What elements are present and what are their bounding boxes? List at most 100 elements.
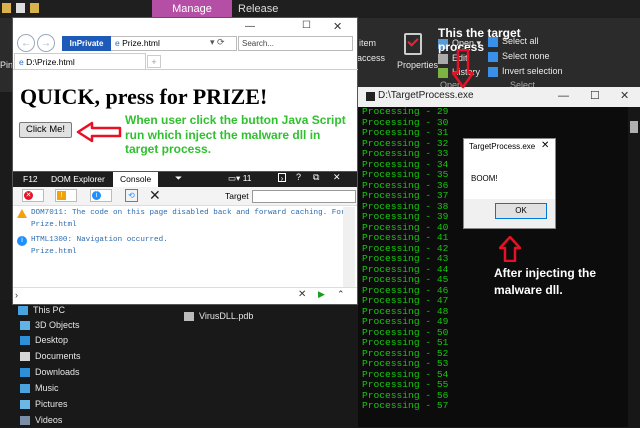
filter-icon[interactable]: ⏷: [175, 173, 182, 184]
explorer-titlebar: [0, 0, 640, 18]
nav-videos[interactable]: Videos: [20, 412, 62, 428]
scrollbar-thumb[interactable]: [630, 121, 638, 133]
console-line: Processing - 57: [362, 400, 449, 411]
back-icon[interactable]: ←: [17, 34, 35, 52]
click-annotation: When user click the button Java Script r…: [125, 113, 346, 156]
arrow-left-annotation: [76, 121, 122, 143]
document-icon: [20, 351, 30, 361]
arrow-up-annotation: [499, 236, 521, 262]
tab-manage[interactable]: Manage: [152, 0, 232, 18]
help-icon[interactable]: ?: [296, 172, 301, 182]
nav-documents[interactable]: Documents: [20, 348, 81, 364]
quick-access-toolbar[interactable]: [2, 3, 39, 15]
dialog-ok-button[interactable]: OK: [495, 203, 547, 219]
emulation-button[interactable]: ▭▾ 11: [228, 173, 252, 184]
properties-small-icon[interactable]: [16, 3, 25, 13]
history-icon: [438, 67, 448, 78]
console-line: Processing - 53: [362, 358, 449, 369]
tab-dom-explorer[interactable]: DOM Explorer: [44, 172, 112, 187]
clear-console-icon[interactable]: ✕: [149, 187, 161, 204]
console-line: Processing - 39: [362, 211, 449, 222]
console-line: Processing - 49: [362, 316, 449, 327]
new-tab-icon[interactable]: +: [147, 55, 161, 68]
invert-selection-button[interactable]: Invert selection: [488, 66, 563, 77]
edit-icon: [438, 53, 448, 64]
warning-msg-icon: [17, 209, 27, 218]
warning-icon: !: [57, 191, 66, 200]
console-line: Processing - 55: [362, 379, 449, 390]
refresh-icon[interactable]: ▾ ⟳: [210, 37, 225, 48]
undock-icon[interactable]: ⧉: [313, 172, 319, 183]
console-line: Processing - 41: [362, 232, 449, 243]
console-line: Processing - 37: [362, 190, 449, 201]
forward-icon[interactable]: →: [37, 34, 55, 52]
errors-filter[interactable]: ✕ 0: [22, 189, 45, 202]
prompt-chevron-icon: ›: [15, 290, 18, 300]
message-source-link[interactable]: Prize.html: [31, 219, 77, 231]
inprivate-badge: InPrivate: [62, 36, 111, 51]
after-annotation: After injecting the malware dll.: [494, 266, 597, 297]
computer-icon: [18, 305, 28, 315]
window-title-release: Release: [238, 3, 279, 15]
browser-close-icon[interactable]: ✕: [333, 20, 342, 33]
nav-pictures[interactable]: Pictures: [20, 396, 68, 412]
music-icon: [20, 383, 30, 393]
desktop-icon: [20, 335, 30, 345]
nav-music[interactable]: Music: [20, 380, 59, 396]
tab-divider: [13, 69, 358, 70]
address-value[interactable]: e Prize.html: [115, 38, 160, 48]
console-icon[interactable]: ›: [278, 173, 286, 183]
picture-icon: [20, 399, 30, 409]
clear-on-navigate-icon[interactable]: ⟲: [125, 189, 138, 202]
console-output: Processing - 29 Processing - 30 Processing…: [362, 106, 449, 412]
ie-page-icon: e: [115, 38, 120, 48]
browser-minimize-icon[interactable]: —: [245, 21, 255, 32]
console-message-info: HTML1300: Navigation occurred.: [31, 236, 168, 244]
download-icon: [20, 367, 30, 377]
console-line: Processing - 35: [362, 169, 449, 180]
maximize-icon[interactable]: ☐: [590, 89, 600, 102]
tab-console[interactable]: Console: [113, 172, 159, 187]
browser-maximize-icon[interactable]: ☐: [302, 20, 311, 31]
ie-tab-icon: e: [19, 57, 24, 67]
devtools-scrollbar[interactable]: [343, 207, 355, 287]
dialog-message: BOOM!: [471, 174, 498, 183]
console-line: Processing - 47: [362, 295, 449, 306]
run-icon[interactable]: ▶: [318, 289, 325, 300]
properties-button[interactable]: Properties: [397, 60, 438, 70]
warnings-filter[interactable]: ! 1: [55, 189, 78, 202]
save-icon[interactable]: [2, 3, 11, 13]
console-title: D:\TargetProcess.exe: [378, 90, 474, 101]
input-clear-icon[interactable]: ✕: [298, 289, 306, 300]
browser-tab[interactable]: e D:\Prize.html: [14, 53, 146, 70]
expand-icon[interactable]: ⌃: [337, 289, 345, 300]
console-line: Processing - 43: [362, 253, 449, 264]
file-item[interactable]: VirusDLL.pdb: [184, 308, 253, 324]
arrow-down-annotation: [452, 49, 474, 89]
monitor-icon: ▭▾: [228, 173, 241, 183]
folder-icon[interactable]: [30, 3, 39, 13]
message-source-link[interactable]: Prize.html: [31, 246, 77, 258]
close-icon[interactable]: ✕: [620, 89, 629, 102]
devtools-f12: F12: [23, 174, 38, 184]
cube-icon: [20, 320, 30, 330]
target-select[interactable]: _top: Prize.html ▾: [252, 190, 356, 203]
devtools-close-icon[interactable]: ✕: [333, 172, 341, 183]
info-msg-icon: i: [17, 236, 27, 246]
info-filter[interactable]: i1: [90, 189, 113, 202]
nav-desktop[interactable]: Desktop: [20, 332, 68, 348]
console-app-icon: [366, 92, 375, 101]
nav-3d-objects[interactable]: 3D Objects: [20, 317, 80, 333]
dialog-close-icon[interactable]: ✕: [541, 140, 549, 151]
target-label: Target: [225, 191, 249, 201]
minimize-icon[interactable]: —: [558, 90, 569, 102]
console-scrollbar[interactable]: [628, 107, 640, 427]
console-line: Processing - 51: [362, 337, 449, 348]
nav-downloads[interactable]: Downloads: [20, 364, 80, 380]
page-heading: QUICK, press for PRIZE!: [20, 84, 268, 109]
pdb-file-icon: [184, 311, 194, 321]
console-line: Processing - 45: [362, 274, 449, 285]
search-input[interactable]: Search...: [238, 36, 353, 51]
dialog-title: TargetProcess.exe: [469, 142, 536, 151]
click-me-button[interactable]: Click Me!: [19, 122, 72, 138]
